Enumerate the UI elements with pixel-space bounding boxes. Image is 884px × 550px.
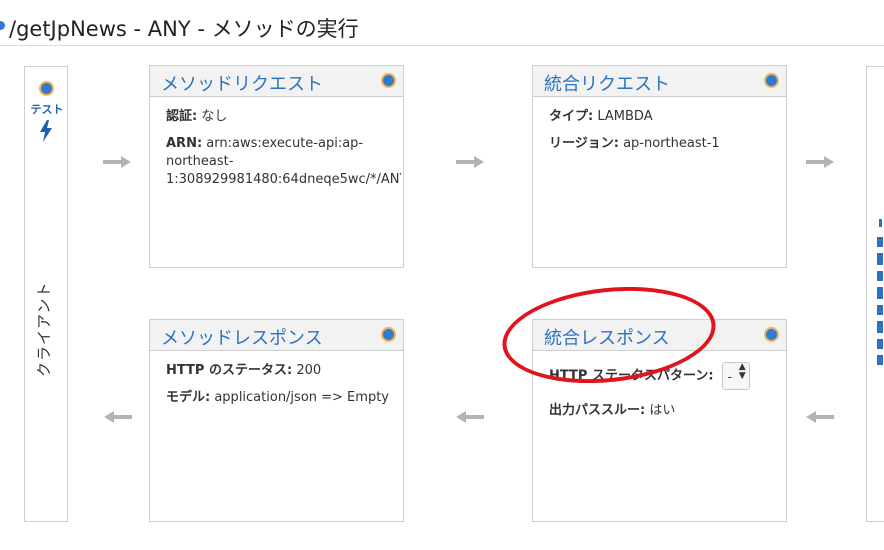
arn-label: ARN:: [166, 136, 203, 151]
arrow-right-icon: [103, 156, 131, 168]
region-value: ap-northeast-1: [623, 136, 720, 151]
arrow-right-icon: [806, 156, 834, 168]
method-response-panel: メソッドレスポンス HTTP のステータス: 200 モデル: applicat…: [149, 319, 404, 522]
method-response-header: メソッドレスポンス: [150, 320, 403, 351]
integration-response-status-dot-icon: [764, 327, 779, 342]
lambda-panel-edge: [866, 66, 884, 522]
region-label: リージョン:: [549, 136, 619, 151]
passthrough-value: はい: [649, 403, 676, 418]
arn-value-line3: 1:308929981480:64dneqe5wc/*/ANY/getJpNew…: [166, 172, 401, 187]
select-arrows-icon: ▲ ▼: [738, 362, 746, 381]
arn-row: ARN: arn:aws:execute-api:ap- northeast- …: [166, 135, 401, 189]
arrow-left-icon: [806, 411, 834, 423]
http-status-label: HTTP のステータス:: [166, 363, 293, 378]
client-status-dot-icon: [39, 81, 54, 96]
lightning-bolt-icon[interactable]: [39, 120, 53, 142]
method-request-status-dot-icon: [381, 73, 396, 88]
type-label: タイプ:: [549, 109, 594, 124]
passthrough-label: 出力パススルー:: [549, 403, 646, 418]
test-link[interactable]: テスト: [25, 101, 69, 117]
arrow-right-icon: [456, 156, 484, 168]
integration-request-header: 統合リクエスト: [533, 66, 786, 97]
title-divider: [0, 45, 884, 46]
lambda-label-fragment: [877, 219, 883, 365]
auth-label: 認証:: [166, 109, 198, 124]
status-pattern-select[interactable]: - ▲ ▼: [721, 362, 750, 390]
integration-request-panel: 統合リクエスト タイプ: LAMBDA リージョン: ap-northeast-…: [532, 65, 787, 268]
model-value: application/json => Empty: [214, 390, 389, 405]
method-response-link[interactable]: メソッドレスポンス: [161, 324, 323, 350]
page-title: /getJpNews - ANY - メソッドの実行: [9, 17, 359, 41]
method-request-link[interactable]: メソッドリクエスト: [161, 70, 323, 96]
model-label: モデル:: [166, 390, 211, 405]
method-response-status-dot-icon: [381, 327, 396, 342]
integration-request-status-dot-icon: [764, 73, 779, 88]
arrow-left-icon: [456, 411, 484, 423]
status-pattern-value: -: [727, 370, 733, 384]
type-value: LAMBDA: [597, 109, 653, 124]
arn-value-line1: arn:aws:execute-api:ap-: [206, 136, 364, 151]
client-panel: テスト クライアント: [24, 66, 68, 522]
method-request-panel: メソッドリクエスト 認証: なし ARN: arn:aws:execute-ap…: [149, 65, 404, 268]
client-label: クライアント: [35, 281, 53, 377]
integration-request-link[interactable]: 統合リクエスト: [544, 70, 670, 96]
http-status-value: 200: [296, 363, 322, 378]
auth-value: なし: [201, 109, 228, 124]
arn-value-line2: northeast-: [166, 154, 234, 169]
title-status-dot-icon: [0, 21, 5, 30]
arrow-left-icon: [104, 411, 132, 423]
method-request-header: メソッドリクエスト: [150, 66, 403, 97]
